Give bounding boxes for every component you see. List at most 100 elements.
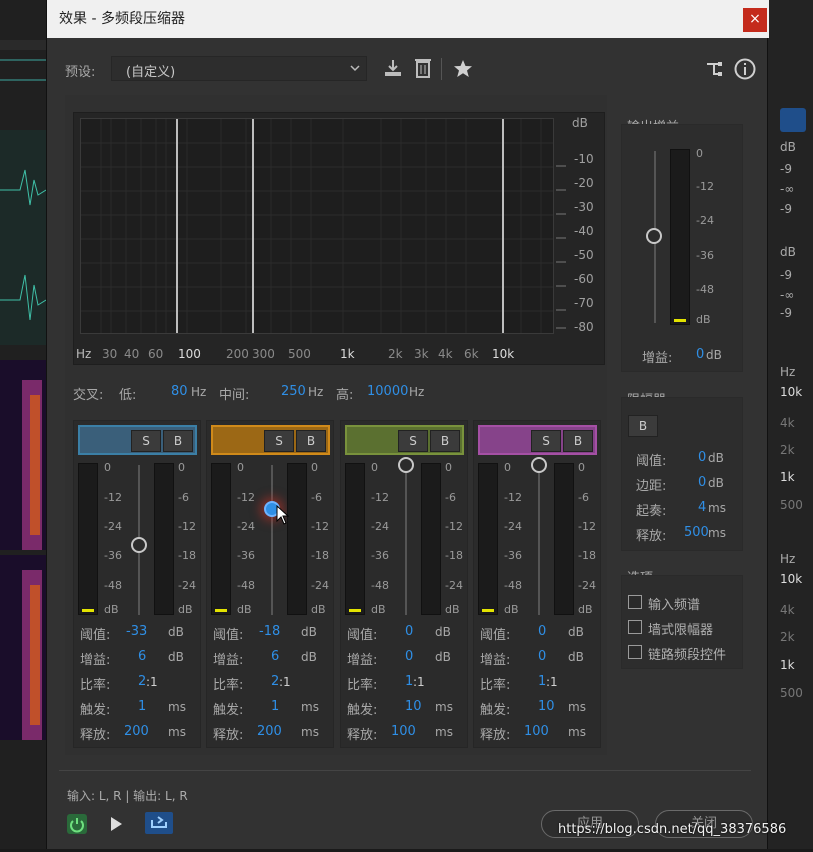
band-3-bypass-button[interactable]: B bbox=[430, 430, 460, 452]
toolbar-divider bbox=[441, 58, 442, 80]
hz-tick: 40 bbox=[124, 347, 140, 361]
band-1-gain-meter bbox=[154, 463, 174, 615]
band-1-gain-value[interactable]: 6 bbox=[138, 649, 146, 664]
side-2k: 2k bbox=[780, 443, 795, 457]
band-4-gain-knob[interactable] bbox=[531, 457, 547, 473]
band-4-gain-scale: -18 bbox=[578, 549, 596, 562]
side-4k: 4k bbox=[780, 416, 795, 430]
band-4-release-unit: ms bbox=[568, 725, 586, 739]
output-gain-unit: dB bbox=[706, 348, 722, 362]
band-4-threshold-scale: -24 bbox=[504, 520, 522, 533]
limiter-attack-unit: ms bbox=[708, 501, 726, 515]
band-2-gain-value[interactable]: 6 bbox=[271, 649, 279, 664]
hz-tick: 6k bbox=[464, 347, 479, 361]
band-2-release-row: 释放: 200 ms bbox=[213, 724, 331, 744]
output-scale: -24 bbox=[696, 214, 714, 227]
band-4-threshold-scale: -36 bbox=[504, 549, 522, 562]
side-4k-2: 4k bbox=[780, 603, 795, 617]
crossover-low-value[interactable]: 80 bbox=[171, 384, 188, 399]
band-3-threshold-value[interactable]: 0 bbox=[405, 624, 413, 639]
band-3-attack-row: 触发: 10 ms bbox=[347, 699, 465, 719]
band-2-threshold-value[interactable]: -18 bbox=[259, 624, 280, 639]
band-3-ratio-suffix: :1 bbox=[413, 675, 425, 689]
band-1-threshold-value[interactable]: -33 bbox=[126, 624, 147, 639]
band-1-input-meter bbox=[78, 463, 98, 615]
info-icon[interactable] bbox=[734, 58, 756, 80]
band-3-threshold-scale: -24 bbox=[371, 520, 389, 533]
band-2-attack-value[interactable]: 1 bbox=[271, 699, 279, 714]
crossover-mid-value[interactable]: 250 bbox=[281, 384, 306, 399]
limiter-release-value[interactable]: 500 bbox=[684, 525, 709, 540]
band-2-release-value[interactable]: 200 bbox=[257, 724, 282, 739]
output-gain-knob[interactable] bbox=[646, 228, 662, 244]
band-2-header[interactable]: S B bbox=[211, 425, 330, 455]
loop-button[interactable] bbox=[145, 812, 173, 834]
input-spectrum-checkbox[interactable] bbox=[628, 595, 642, 609]
band-1-header[interactable]: S B bbox=[78, 425, 197, 455]
band-4-attack-label: 触发: bbox=[480, 703, 511, 718]
footer-divider bbox=[59, 770, 751, 771]
band-4-release-value[interactable]: 100 bbox=[524, 724, 549, 739]
band-4-header[interactable]: S B bbox=[478, 425, 597, 455]
band-3-release-value[interactable]: 100 bbox=[391, 724, 416, 739]
headphones-icon[interactable] bbox=[780, 108, 806, 132]
routing-icon[interactable] bbox=[705, 60, 723, 78]
band-2-ratio-label: 比率: bbox=[213, 678, 244, 693]
limiter-attack-value[interactable]: 4 bbox=[698, 500, 706, 515]
band-3-threshold-unit: dB bbox=[435, 625, 451, 639]
band-3-gain-scale: -12 bbox=[445, 520, 463, 533]
output-gain-value[interactable]: 0 bbox=[696, 347, 704, 362]
band-1-ratio-row: 比率: 2 :1 bbox=[80, 674, 198, 694]
favorite-star-icon[interactable] bbox=[453, 59, 473, 78]
output-level-meter bbox=[670, 149, 690, 325]
band-1-bypass-button[interactable]: B bbox=[163, 430, 193, 452]
band-4-bypass-button[interactable]: B bbox=[563, 430, 593, 452]
band-3-threshold-label: 阈值: bbox=[347, 628, 378, 643]
limiter-bypass-button[interactable]: B bbox=[628, 415, 658, 437]
limiter-threshold-value[interactable]: 0 bbox=[698, 450, 706, 465]
power-button[interactable] bbox=[67, 814, 87, 834]
brickwall-limiter-checkbox[interactable] bbox=[628, 620, 642, 634]
band-3-gain-knob[interactable] bbox=[398, 457, 414, 473]
band-2-threshold-row: 阈值: -18 dB bbox=[213, 624, 331, 644]
band-4-gain-value[interactable]: 0 bbox=[538, 649, 546, 664]
brickwall-limiter-label: 墙式限幅器 bbox=[648, 623, 714, 638]
band-3-solo-button[interactable]: S bbox=[398, 430, 428, 452]
band-1-gain-knob[interactable] bbox=[131, 537, 147, 553]
band-2-ratio-suffix: :1 bbox=[279, 675, 291, 689]
limiter-margin-value[interactable]: 0 bbox=[698, 475, 706, 490]
preset-dropdown[interactable]: (自定义) bbox=[111, 56, 367, 81]
side-10k-2: 10k bbox=[780, 572, 803, 586]
band-1-attack-value[interactable]: 1 bbox=[138, 699, 146, 714]
band-2-threshold-unit: dB bbox=[301, 625, 317, 639]
trash-icon[interactable] bbox=[414, 58, 432, 78]
band-3-attack-value[interactable]: 10 bbox=[405, 699, 422, 714]
band-2-solo-button[interactable]: S bbox=[264, 430, 294, 452]
output-scale: 0 bbox=[696, 147, 703, 160]
band-3-header[interactable]: S B bbox=[345, 425, 464, 455]
band-1-ratio-label: 比率: bbox=[80, 678, 111, 693]
band-4-threshold-value[interactable]: 0 bbox=[538, 624, 546, 639]
side-hz-label-2: Hz bbox=[780, 552, 796, 566]
band-1-gain-scale: dB bbox=[178, 603, 193, 616]
band-1-solo-button[interactable]: S bbox=[131, 430, 161, 452]
band-4-solo-button[interactable]: S bbox=[531, 430, 561, 452]
hz-tick: 10k bbox=[492, 347, 515, 361]
limiter-margin-label: 边距: bbox=[636, 479, 667, 494]
band-3-threshold-scale: 0 bbox=[371, 461, 378, 474]
crossover-high-value[interactable]: 10000 bbox=[367, 384, 408, 399]
band-3-gain-value[interactable]: 0 bbox=[405, 649, 413, 664]
download-icon[interactable] bbox=[383, 58, 403, 78]
band-3-gain-track bbox=[405, 465, 407, 615]
band-3-gain-unit: dB bbox=[435, 650, 451, 664]
graph-plot-area[interactable] bbox=[80, 118, 554, 334]
band-1-release-value[interactable]: 200 bbox=[124, 724, 149, 739]
close-button[interactable]: × bbox=[743, 8, 767, 32]
band-1-ratio-suffix: :1 bbox=[146, 675, 158, 689]
side-value-3: -9 bbox=[780, 268, 792, 282]
link-band-controls-checkbox[interactable] bbox=[628, 645, 642, 659]
band-2-bypass-button[interactable]: B bbox=[296, 430, 326, 452]
band-4-attack-value[interactable]: 10 bbox=[538, 699, 555, 714]
band-2-gain-row: 增益: 6 dB bbox=[213, 649, 331, 669]
play-icon[interactable] bbox=[109, 816, 123, 832]
